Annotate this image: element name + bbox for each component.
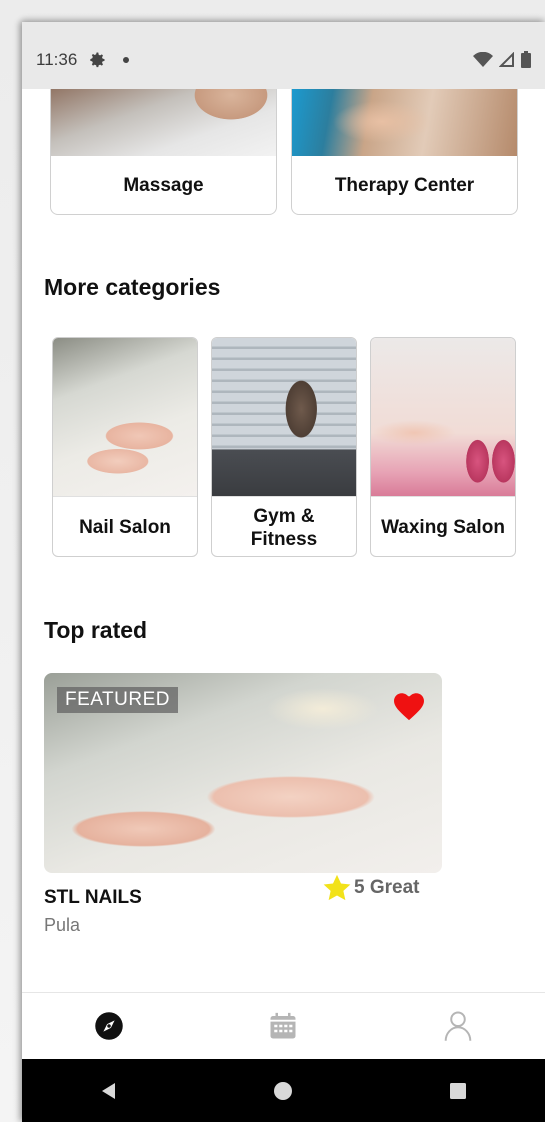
heart-icon[interactable] [394, 693, 424, 721]
category-label: Nail Salon [79, 517, 171, 538]
waxing-salon-image [371, 338, 515, 497]
bottom-navigation [22, 992, 545, 1059]
business-name[interactable]: STL NAILS [44, 887, 142, 909]
gear-icon [90, 52, 105, 67]
category-card-therapy-center[interactable]: Therapy Center [291, 89, 518, 215]
category-label: Therapy Center [334, 175, 475, 196]
category-label: Gym & Fitness [250, 505, 318, 550]
status-bar: 11:36 [22, 22, 545, 89]
status-time: 11:36 [36, 49, 78, 69]
featured-business-card[interactable]: FEATURED [44, 673, 442, 873]
nail-salon-image [53, 338, 197, 497]
category-card-waxing-salon[interactable]: Waxing Salon [370, 337, 516, 557]
recents-icon [449, 1082, 466, 1099]
business-city: Pula [44, 915, 81, 935]
nav-bookings[interactable] [253, 996, 313, 1056]
main-content[interactable]: Massage Therapy Center More categories N… [22, 89, 545, 1009]
category-label: Massage [123, 175, 204, 196]
category-card-nail-salon[interactable]: Nail Salon [52, 337, 198, 557]
star-icon [323, 874, 351, 901]
wifi-icon [473, 51, 493, 67]
nav-explore[interactable] [79, 996, 139, 1056]
recents-button[interactable] [428, 1066, 488, 1116]
rating: 5 Great [322, 873, 419, 903]
home-icon [274, 1081, 293, 1100]
status-right-icons [473, 51, 531, 68]
gym-fitness-image [212, 338, 356, 497]
back-button[interactable] [79, 1066, 139, 1116]
battery-icon [521, 51, 531, 68]
phone-screen: 11:36 Massage Therapy Center More catego… [22, 22, 545, 1122]
category-card-gym-fitness[interactable]: Gym & Fitness [211, 337, 357, 557]
massage-image [51, 89, 276, 156]
calendar-icon [270, 1012, 296, 1039]
notification-dot-icon [123, 56, 130, 63]
profile-icon [444, 1011, 472, 1041]
more-categories-title: More categories [44, 274, 221, 300]
top-rated-title: Top rated [44, 617, 148, 643]
home-button[interactable] [253, 1066, 313, 1116]
back-icon [102, 1082, 116, 1099]
category-label: Waxing Salon [381, 517, 505, 538]
compass-icon [95, 1012, 123, 1040]
nav-profile[interactable] [428, 996, 488, 1056]
category-card-massage[interactable]: Massage [50, 89, 277, 215]
signal-icon [499, 51, 514, 67]
therapy-center-image [292, 89, 517, 156]
rating-text: 5 Great [354, 877, 420, 898]
featured-badge: FEATURED [57, 687, 178, 713]
system-navigation-bar [22, 1059, 545, 1122]
